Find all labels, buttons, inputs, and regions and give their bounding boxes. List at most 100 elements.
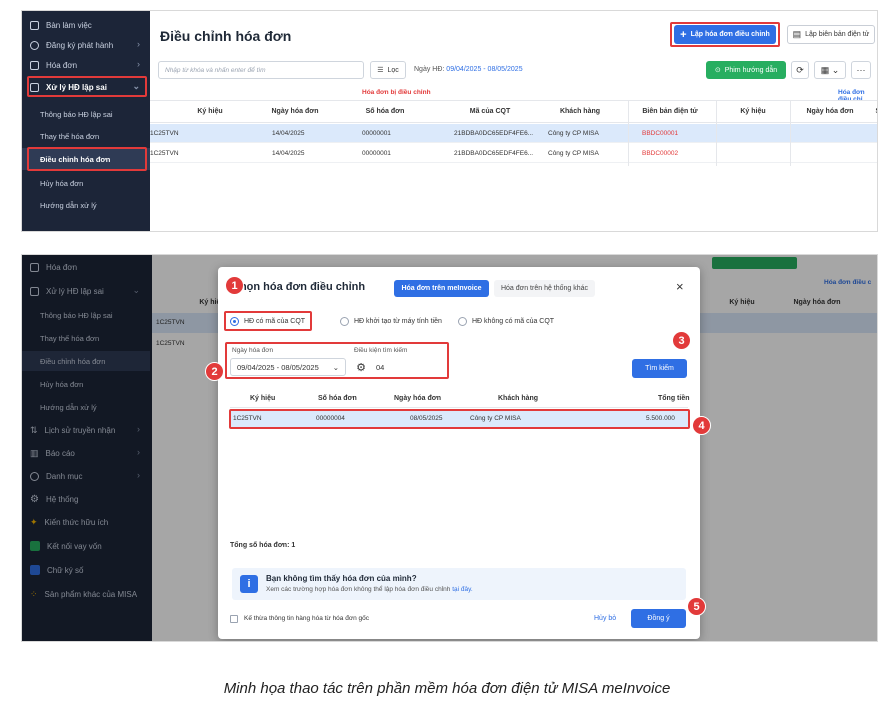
sidebar-subitem-label: Hủy hóa đơn [40, 178, 84, 188]
cell: Công ty CP MISA [548, 130, 599, 137]
notice-body: Xem các trường hợp hóa đơn không thể lập… [266, 586, 451, 593]
search-input[interactable]: Nhập từ khóa và nhấn enter để tìm [158, 61, 364, 79]
sidebar: Bàn làm việc Đăng ký phát hành › Hóa đơn… [22, 11, 150, 231]
highlight-box [27, 76, 147, 97]
divider [230, 407, 688, 408]
column-header: Ngày hóa đơn [394, 395, 441, 402]
chevron-right-icon: › [137, 59, 140, 69]
button-label: Lọc [387, 66, 399, 74]
screenshot-select-invoice-dialog: Hóa đơn Xử lý HĐ lập sai ⌄ Thông báo HĐ … [21, 254, 878, 642]
guide-video-button[interactable]: ⊙ Phim hướng dẫn [706, 61, 786, 79]
notice-text: Xem các trường hợp hóa đơn không thể lập… [266, 586, 473, 593]
page-title: Điều chỉnh hóa đơn [160, 28, 292, 44]
document-icon: ▤ [792, 29, 802, 39]
radio-no-tax-code[interactable]: HĐ không có mã của CQT [458, 317, 554, 326]
column-header: Ký hiệu [197, 108, 223, 115]
tab-other-system[interactable]: Hóa đơn trên hệ thống khác [494, 280, 595, 297]
notice-link[interactable]: tại đây. [452, 586, 472, 593]
play-icon: ⊙ [714, 67, 721, 74]
highlight-box [224, 311, 312, 331]
table-row[interactable]: 1C25TVN 14/04/2025 00000001 21BDBA0DC65E… [150, 124, 877, 143]
export-excel-icon[interactable]: ▦ ⌄ [814, 61, 846, 79]
cell: 00000001 [362, 150, 391, 157]
divider [628, 100, 629, 166]
column-header: Khách hàng [498, 395, 539, 402]
inherit-goods-checkbox[interactable] [230, 615, 238, 623]
sidebar-subitem-label: Hướng dẫn xử lý [40, 200, 97, 210]
sidebar-item-label: Hóa đơn [46, 60, 78, 70]
sidebar-subitem-label: Thay thế hóa đơn [40, 131, 100, 141]
column-header: Số [870, 108, 877, 115]
agree-button[interactable]: Đồng ý [631, 609, 686, 628]
main-content: Điều chỉnh hóa đơn + Lập hóa đơn điều ch… [150, 11, 877, 231]
divider [150, 122, 877, 123]
column-header: Số hóa đơn [318, 395, 357, 402]
dialog-title: Chọn hóa đơn điều chỉnh [232, 281, 366, 293]
divider [790, 100, 791, 166]
divider [716, 100, 717, 166]
sidebar-item-desk[interactable]: Bàn làm việc [22, 15, 150, 35]
column-header: Tổng tiền [658, 395, 690, 402]
step-badge-1: 1 [225, 276, 244, 295]
radio-button [458, 317, 467, 326]
sidebar-subitem-notify[interactable]: Thông báo HĐ lập sai [22, 104, 150, 124]
chevron-right-icon: › [137, 39, 140, 49]
not-found-notice: i Bạn không tìm thấy hóa đơn của mình? X… [232, 568, 686, 600]
cell: 1C25TVN [150, 130, 179, 137]
column-header: Số hóa đơn [365, 108, 405, 115]
sidebar-subitem-cancel[interactable]: Hủy hóa đơn [22, 173, 150, 193]
column-header: Ký hiệu [250, 395, 276, 402]
page: Bàn làm việc Đăng ký phát hành › Hóa đơn… [0, 0, 894, 712]
radio-label: HĐ khởi tạo từ máy tính tiền [354, 318, 442, 325]
cell: 00000001 [362, 130, 391, 137]
cell: 21BDBA0DC65EDF4FE6... [454, 130, 534, 137]
close-icon[interactable]: × [676, 279, 684, 294]
column-header: Ngày hóa đơn [271, 108, 319, 115]
cancel-button[interactable]: Hủy bỏ [594, 615, 616, 622]
total-label: Tổng số hóa đơn: [230, 542, 290, 549]
e-record-link[interactable]: BBDC00001 [642, 130, 678, 137]
sidebar-item-register[interactable]: Đăng ký phát hành › [22, 35, 150, 55]
date-label: Ngày HĐ: [414, 66, 445, 73]
register-icon [30, 40, 39, 50]
filter-icon: ☰ [377, 67, 384, 74]
sidebar-subitem-label: Thông báo HĐ lập sai [40, 109, 113, 119]
date-range: 09/04/2025 - 08/05/2025 [446, 66, 523, 73]
total-count: Tổng số hóa đơn: 1 [230, 542, 295, 549]
cell: 14/04/2025 [272, 150, 305, 157]
figure-caption: Minh họa thao tác trên phần mềm hóa đơn … [223, 680, 671, 697]
column-header: Mã của CQT [469, 108, 511, 115]
button-label: Lập biên bản điện tử [805, 31, 870, 38]
cell: Công ty CP MISA [548, 150, 599, 157]
more-icon[interactable]: ··· [851, 61, 871, 79]
sidebar-subitem-guide[interactable]: Hướng dẫn xử lý [22, 195, 150, 215]
radio-cash-register[interactable]: HĐ khởi tạo từ máy tính tiền [340, 317, 442, 326]
radio-button [340, 317, 349, 326]
column-header: Ký hiệu [740, 108, 766, 115]
step-badge-2: 2 [205, 362, 224, 381]
highlight-box [670, 22, 780, 47]
sidebar-item-invoice[interactable]: Hóa đơn › [22, 55, 150, 75]
tab-meinvoice[interactable]: Hóa đơn trên meInvoice [394, 280, 489, 297]
table-row[interactable]: 1C25TVN 14/04/2025 00000001 21BDBA0DC65E… [150, 144, 877, 163]
button-label: Phim hướng dẫn [724, 66, 778, 74]
filter-button[interactable]: ☰ Lọc [370, 61, 406, 79]
e-record-link[interactable]: BBDC00002 [642, 150, 678, 157]
select-invoice-dialog: Chọn hóa đơn điều chỉnh Hóa đơn trên meI… [218, 267, 700, 639]
sidebar-item-label: Bàn làm việc [46, 20, 92, 30]
inherit-goods-label: Kế thừa thông tin hàng hóa từ hóa đơn gố… [244, 615, 370, 622]
divider [150, 100, 877, 101]
highlight-box [229, 409, 690, 429]
notice-title: Bạn không tìm thấy hóa đơn của mình? [266, 574, 417, 583]
search-button[interactable]: Tìm kiếm [632, 359, 687, 378]
create-e-record-button[interactable]: ▤ Lập biên bản điện tử [787, 25, 875, 44]
date-filter[interactable]: Ngày HĐ: 09/04/2025 - 08/05/2025 [414, 66, 523, 73]
info-icon: i [240, 575, 258, 593]
cell: 21BDBA0DC65EDF4FE6... [454, 150, 534, 157]
sidebar-subitem-replace[interactable]: Thay thế hóa đơn [22, 126, 150, 146]
screenshot-adjust-invoice-list: Bàn làm việc Đăng ký phát hành › Hóa đơn… [21, 10, 878, 232]
column-header: Khách hàng [559, 108, 601, 115]
total-value: 1 [291, 542, 296, 549]
refresh-icon[interactable]: ⟳ [791, 61, 809, 79]
step-badge-4: 4 [692, 416, 711, 435]
